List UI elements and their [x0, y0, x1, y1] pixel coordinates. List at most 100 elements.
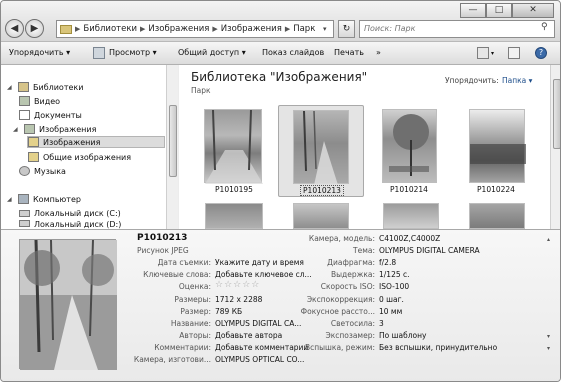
chevron-down-icon[interactable]: ▾ [491, 50, 494, 57]
nav-disk-d[interactable]: Локальный диск (D:) [19, 220, 121, 229]
close-button[interactable]: ✕ [512, 3, 554, 18]
nav-documents[interactable]: Документы [19, 109, 82, 121]
prop-value-dimensions: 1712 x 2288 [215, 295, 263, 304]
explorer-window: — □ ✕ ◀ ▶ ▶ Библиотеки ▶ Изображения ▶ И… [0, 0, 561, 382]
nav-video[interactable]: Видео [19, 95, 60, 107]
prop-value-subject[interactable]: OLYMPUS DIGITAL CAMERA [379, 246, 480, 255]
nav-label: Изображения [43, 137, 101, 147]
prop-value-date[interactable]: Укажите дату и время [215, 258, 304, 267]
prop-value-camera-model[interactable]: C4100Z,C4000Z [379, 234, 440, 243]
search-input[interactable]: Поиск: Парк [359, 20, 555, 38]
nav-label: Документы [34, 110, 82, 120]
address-bar[interactable]: ▶ Библиотеки ▶ Изображения ▶ Изображения… [56, 20, 334, 38]
prop-label: Диафрагма: [327, 258, 375, 267]
prop-label: Фокусное рассто... [300, 307, 375, 316]
prop-label: Тема: [353, 246, 375, 255]
folder-icon [28, 152, 39, 162]
arrange-label: Упорядочить: [445, 76, 499, 85]
prop-value-authors[interactable]: Добавьте автора [215, 331, 282, 340]
breadcrumb-park[interactable]: Парк [293, 24, 315, 34]
back-arrow-icon: ◀ [10, 23, 19, 34]
nav-images-sub[interactable]: Изображения [27, 136, 165, 148]
prop-value-focal-length[interactable]: 10 мм [379, 307, 402, 316]
prop-value-max-aperture[interactable]: 3 [379, 319, 384, 328]
arrange-dropdown[interactable]: Папка ▾ [502, 76, 532, 85]
refresh-button[interactable]: ↻ [338, 20, 355, 38]
collapse-arrow-icon[interactable]: ◢ [13, 126, 20, 133]
nav-public-images[interactable]: Общие изображения [28, 151, 131, 163]
prop-value-comments[interactable]: Добавьте комментарии [215, 343, 308, 352]
scrollbar-thumb[interactable] [169, 105, 177, 177]
prop-value-camera-maker[interactable]: OLYMPUS OPTICAL CO... [215, 355, 304, 364]
help-icon[interactable]: ? [535, 47, 547, 59]
thumbnail-item[interactable]: P1010224 [453, 105, 539, 197]
photo-thumbnail[interactable] [293, 203, 349, 229]
photo-thumbnail[interactable] [205, 203, 263, 229]
breadcrumb-images[interactable]: Изображения [148, 24, 209, 34]
nav-disk-c[interactable]: Локальный диск (C:) [19, 207, 121, 219]
photo-thumbnail[interactable] [469, 203, 525, 229]
nav-music[interactable]: Музыка [19, 165, 66, 177]
thumbnail-item[interactable]: P1010195 [191, 105, 277, 197]
prop-label: Оценка: [178, 282, 211, 291]
dropdown-arrow-icon[interactable]: ▾ [547, 333, 550, 340]
refresh-icon: ↻ [342, 24, 351, 34]
music-library-icon [19, 166, 30, 176]
breadcrumb-images-sub[interactable]: Изображения [221, 24, 282, 34]
minimize-button[interactable]: — [460, 3, 486, 18]
folder-icon [28, 137, 39, 147]
nav-label: Музыка [34, 166, 66, 176]
prop-label: Размер: [180, 307, 211, 316]
prop-label: Авторы: [179, 331, 211, 340]
prop-value-aperture[interactable]: f/2.8 [379, 258, 396, 267]
scroll-up-icon[interactable]: ▴ [547, 236, 550, 243]
forward-button[interactable]: ▶ [25, 19, 44, 38]
organize-button[interactable]: Упорядочить ▾ [9, 48, 70, 57]
prop-value-flash-mode[interactable]: Без вспышки, принудительно [379, 343, 497, 352]
thumbnail-item[interactable]: P1010214 [366, 105, 452, 197]
navigation-scrollbar[interactable] [166, 65, 178, 229]
prop-value-iso[interactable]: ISO-100 [379, 282, 409, 291]
prop-label: Выдержка: [330, 270, 375, 279]
scrollbar-thumb[interactable] [553, 79, 560, 149]
prop-value-exposure-time[interactable]: 1/125 с. [379, 270, 410, 279]
rating-stars[interactable]: ☆☆☆☆☆ [215, 280, 260, 290]
maximize-button[interactable]: □ [486, 3, 512, 18]
back-button[interactable]: ◀ [5, 19, 24, 38]
expand-arrow-icon[interactable]: ◢ [7, 196, 14, 203]
photo-thumbnail [469, 109, 526, 183]
share-button[interactable]: Общий доступ ▾ [178, 48, 246, 57]
preview-pane-icon[interactable] [508, 47, 520, 59]
prop-value-title[interactable]: OLYMPUS DIGITAL CA... [215, 319, 301, 328]
breadcrumb-libraries[interactable]: Библиотеки [83, 24, 137, 34]
prop-value-metering-mode[interactable]: По шаблону [379, 331, 426, 340]
nav-libraries[interactable]: ◢ Библиотеки [7, 81, 83, 93]
library-title: Библиотека "Изображения" [191, 70, 368, 84]
more-button[interactable]: » [376, 48, 381, 57]
change-view-icon[interactable] [477, 47, 489, 59]
photo-thumbnail[interactable] [383, 203, 439, 229]
slideshow-button[interactable]: Показ слайдов [262, 48, 324, 57]
view-button[interactable]: Просмотр ▾ [109, 48, 157, 57]
disk-icon [19, 209, 30, 217]
thumbnail-label: P1010213 [279, 185, 365, 196]
command-bar: Упорядочить ▾ Просмотр ▾ Общий доступ ▾ … [1, 41, 560, 65]
prop-label: Размеры: [174, 295, 211, 304]
prop-value-keywords[interactable]: Добавьте ключевое сл... [215, 270, 312, 279]
photo-thumbnail [382, 109, 437, 183]
content-scrollbar[interactable] [550, 65, 560, 229]
thumbnail-label: P1010214 [390, 185, 428, 194]
rating-value: ☆☆☆☆☆ [215, 280, 261, 290]
chevron-right-icon: ▶ [284, 25, 291, 33]
file-name: P1010213 [137, 233, 188, 243]
thumbnail-item-selected[interactable]: P1010213 [278, 105, 364, 197]
prop-value-exposure-bias[interactable]: 0 шаг. [379, 295, 404, 304]
address-dropdown-icon[interactable]: ▾ [323, 25, 327, 33]
dropdown-arrow-icon[interactable]: ▾ [547, 345, 550, 352]
nav-label: Общие изображения [43, 152, 132, 162]
nav-images[interactable]: ◢ Изображения [13, 123, 96, 135]
nav-computer[interactable]: ◢ Компьютер [7, 193, 81, 205]
file-list-pane: Библиотека "Изображения" Парк Упорядочит… [179, 65, 560, 229]
expand-arrow-icon[interactable]: ◢ [7, 84, 14, 91]
print-button[interactable]: Печать [334, 48, 364, 57]
